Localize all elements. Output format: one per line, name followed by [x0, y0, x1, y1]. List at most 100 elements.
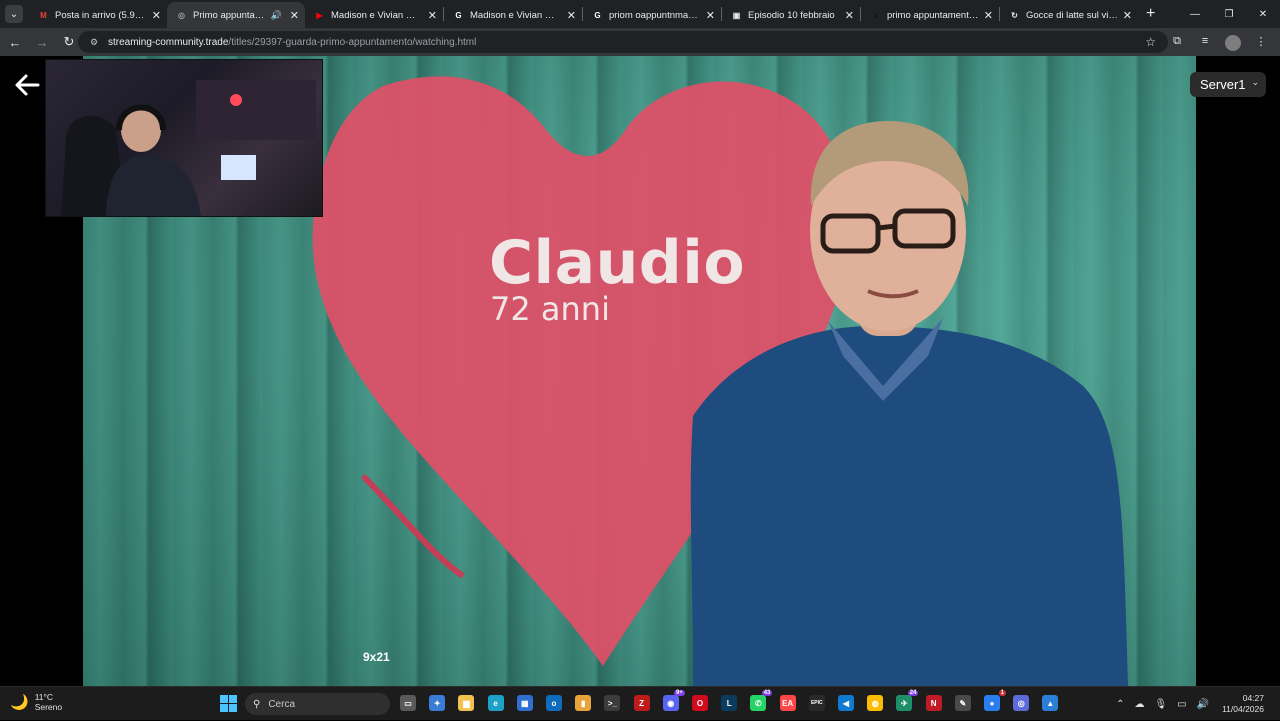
start-button[interactable]	[220, 695, 237, 712]
filezilla-icon[interactable]: Z	[633, 695, 650, 711]
opera-icon[interactable]: O	[692, 695, 708, 711]
windows-taskbar: 🌙 11°C Sereno ⚲ Cerca ▭ ✦ ▆ e ▦ o ▮ >_ Z ◉ 9+ O L ✆ 43…	[0, 686, 1280, 720]
extensions-icon[interactable]: ⧉	[1166, 30, 1188, 52]
edge-icon[interactable]: e	[487, 695, 504, 711]
photos-icon[interactable]: ▲	[1042, 695, 1059, 711]
google-icon: G	[455, 10, 462, 20]
copilot-icon[interactable]: ✦	[429, 695, 446, 711]
tiktok-icon: ♪	[873, 10, 878, 20]
contestant-age: 72 anni	[490, 290, 610, 328]
chrome-icon[interactable]: ◍	[867, 695, 884, 711]
minimize-icon[interactable]: —	[1178, 0, 1212, 28]
notification-badge: 9+	[673, 690, 685, 696]
app-24-icon[interactable]: ✈ 24	[896, 690, 919, 711]
browser-tab[interactable]: ▣ Episodio 10 febbraio ✕	[722, 2, 860, 28]
lightroom-icon[interactable]: L	[721, 695, 738, 711]
terminal-icon[interactable]: >_	[604, 695, 621, 711]
close-tab-icon[interactable]: ✕	[845, 9, 854, 22]
pen-tool-icon[interactable]: ✎	[954, 695, 971, 711]
url-host: streaming-community.trade	[108, 36, 229, 48]
taskbar-search[interactable]: ⚲ Cerca	[245, 693, 390, 715]
task-view-icon[interactable]: ▭	[400, 695, 416, 711]
browser-tab[interactable]: ◎ Primo appuntamento 🔊 ✕	[167, 2, 305, 28]
tab-search-button[interactable]: ⌄	[5, 5, 23, 23]
clock-time: 04:27	[1242, 693, 1264, 703]
tab-strip: ⌄ M Posta in arrivo (5.933) - d ✕ ◎ Primo ap…	[0, 0, 1280, 28]
video-player[interactable]: Claudio 72 anni 9x21 Server1 ⌄	[0, 56, 1280, 686]
browser-tab[interactable]: ↻ Gocce di latte sul viso - G ✕	[1000, 2, 1138, 28]
news-icon[interactable]: N	[925, 695, 942, 711]
microphone-icon[interactable]: 🎙	[1154, 699, 1167, 710]
monitor	[221, 155, 256, 180]
contestant-name: Claudio	[489, 228, 746, 298]
shelf	[196, 80, 316, 140]
page-icon: ▣	[732, 10, 741, 20]
notification-badge: 24	[907, 690, 919, 696]
ea-icon[interactable]: EA	[779, 695, 796, 711]
volume-icon[interactable]: 🔊	[1197, 699, 1209, 710]
browser-tab[interactable]: M Posta in arrivo (5.933) - d ✕	[29, 2, 167, 28]
loading-icon: ↻	[1011, 10, 1018, 20]
display-icon[interactable]: ▭	[1177, 699, 1186, 710]
settings-app-icon[interactable]: ◎	[1013, 695, 1030, 711]
site-info-icon[interactable]: ⚙	[88, 36, 100, 48]
restore-icon[interactable]: ❐	[1212, 0, 1246, 28]
clock[interactable]: 04:27 11/04/2026	[1222, 693, 1264, 715]
forward-icon[interactable]: →	[30, 30, 54, 54]
temperature: 11°C	[34, 692, 54, 702]
url-path: /titles/29397-guarda-primo-appuntamento/…	[228, 36, 477, 48]
system-tray: ⌃ ☁ 🎙 ▭ 🔊 04:27 11/04/2026	[1111, 687, 1280, 721]
notification-badge: 1	[998, 690, 1006, 696]
server-select[interactable]: Server1 ⌄	[1190, 72, 1266, 97]
back-icon[interactable]: ←	[3, 30, 27, 54]
browser-tab[interactable]: Gpriom oappuntnmaneto pr ✕	[583, 2, 721, 28]
red-lamp	[230, 94, 242, 106]
back-arrow-icon[interactable]	[14, 72, 40, 98]
browser-tab[interactable]: G Madison e Vivian 💗💗💗 ✕	[444, 2, 582, 28]
close-tab-icon[interactable]: ✕	[428, 9, 437, 22]
tray-overflow-icon[interactable]: ⌃	[1116, 699, 1124, 710]
media-controls-icon[interactable]: ≡	[1194, 30, 1216, 52]
browser-tab[interactable]: ▶ Madison e Vivian 💗💗💗 ✕	[305, 2, 443, 28]
menu-icon[interactable]: ⋮	[1250, 30, 1272, 52]
address-bar[interactable]: ⚙ streaming-community.trade/titles/29397…	[78, 31, 1168, 53]
server-label: Server1	[1200, 77, 1246, 92]
google-icon: G	[594, 10, 601, 20]
whatsapp-icon[interactable]: ✆ 43	[750, 690, 773, 711]
onedrive-icon[interactable]: ☁	[1134, 699, 1144, 710]
close-tab-icon[interactable]: ✕	[706, 9, 715, 22]
ms-store-icon[interactable]: ▦	[516, 695, 533, 711]
tab-title: Madison e Vivian 💗💗💗	[331, 9, 424, 21]
close-tab-icon[interactable]: ✕	[567, 9, 576, 22]
profile-avatar[interactable]	[1222, 30, 1244, 52]
close-tab-icon[interactable]: ✕	[152, 9, 161, 22]
episode-label: 9x21	[363, 650, 390, 664]
tabs-container: M Posta in arrivo (5.933) - d ✕ ◎ Primo appu…	[29, 0, 1138, 28]
tab-title: Primo appuntamento	[193, 9, 267, 21]
close-tab-icon[interactable]: ✕	[1123, 9, 1132, 22]
browser-tab[interactable]: ♪ primo appuntamento (@ ✕	[861, 2, 999, 28]
outlook-icon[interactable]: o	[546, 695, 562, 711]
new-tab-button[interactable]: +	[1146, 5, 1155, 23]
chevron-down-icon: ⌄	[9, 8, 19, 20]
speaker-icon[interactable]: 🔊	[271, 10, 282, 21]
close-tab-icon[interactable]: ✕	[984, 9, 993, 22]
file-explorer-icon[interactable]: ▆	[458, 695, 475, 711]
browser-toolbar: ← → ↻ ⚙ streaming-community.trade/titles…	[0, 28, 1280, 56]
tab-title: primo appuntamento (@	[887, 9, 980, 21]
notes-icon[interactable]: ▮	[575, 695, 592, 711]
clock-date: 11/04/2026	[1222, 704, 1264, 714]
close-tab-icon[interactable]: ✕	[290, 9, 299, 22]
messenger-icon[interactable]: ● 1	[984, 690, 1006, 711]
tab-title: Episodio 10 febbraio	[748, 9, 835, 21]
tab-title: Madison e Vivian 💗💗💗	[470, 9, 563, 21]
epic-games-icon[interactable]: EPIC	[808, 695, 825, 711]
gmail-icon: M	[40, 10, 47, 20]
weather-condition: Sereno	[34, 702, 63, 712]
close-window-icon[interactable]: ✕	[1246, 0, 1280, 28]
weather-widget[interactable]: 🌙 11°C Sereno	[10, 692, 62, 712]
vscode-icon[interactable]: ◀	[838, 695, 854, 711]
bookmark-star-icon[interactable]: ☆	[1145, 35, 1156, 49]
tab-title: Gocce di latte sul viso - G	[1026, 9, 1119, 21]
discord-icon[interactable]: ◉ 9+	[662, 690, 685, 711]
